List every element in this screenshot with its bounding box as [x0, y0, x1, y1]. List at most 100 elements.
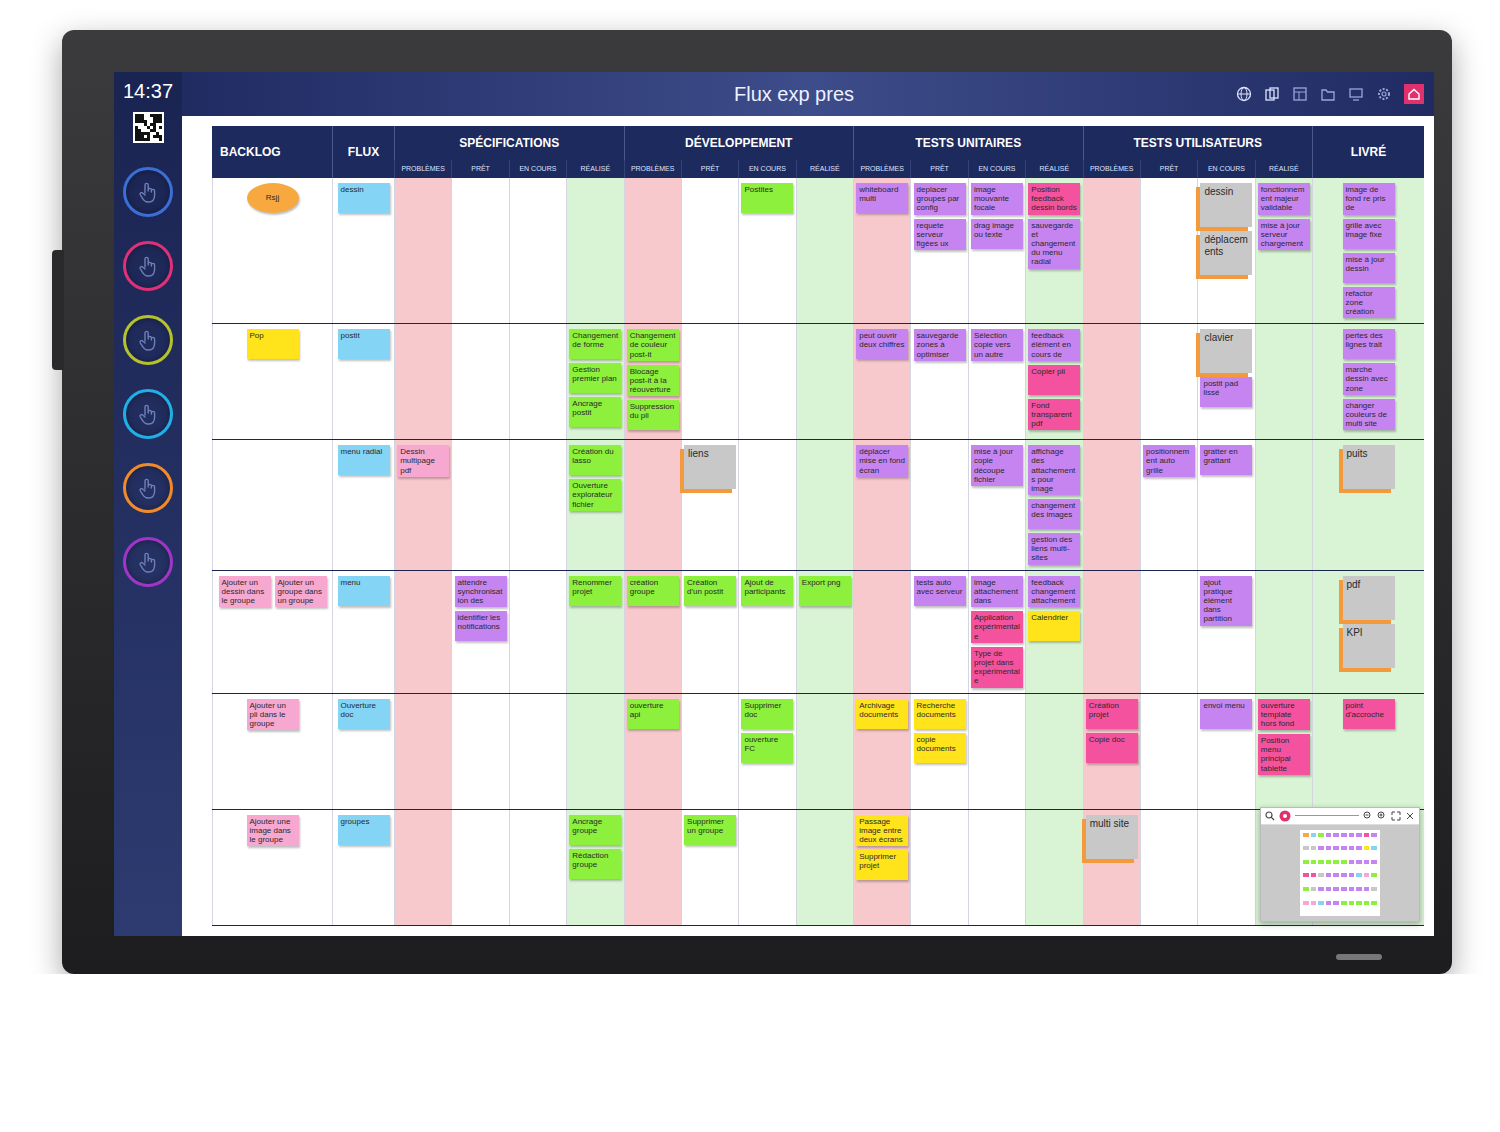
- sticky-note[interactable]: Renommer projet: [569, 576, 621, 606]
- zoom-in-icon[interactable]: [1377, 811, 1387, 821]
- qr-code[interactable]: [133, 112, 164, 143]
- sticky-note[interactable]: Application expérimentale: [971, 611, 1023, 643]
- sticky-note[interactable]: peut ouvrir deux chiffres: [856, 329, 908, 359]
- sticky-note[interactable]: ajout pratique élément dans partition: [1200, 576, 1252, 626]
- sticky-note[interactable]: envoi menu: [1200, 699, 1252, 729]
- tool-button[interactable]: [123, 537, 173, 587]
- card-note[interactable]: pdf: [1343, 576, 1395, 620]
- tool-button[interactable]: [123, 389, 173, 439]
- card-note[interactable]: puits: [1343, 445, 1395, 489]
- sticky-note[interactable]: Copier pli: [1028, 365, 1080, 395]
- sticky-note[interactable]: Supprimer doc: [741, 699, 793, 729]
- tool-button[interactable]: [123, 167, 173, 217]
- close-icon[interactable]: [1405, 811, 1415, 821]
- pointer-icon[interactable]: [1279, 810, 1291, 822]
- sticky-note[interactable]: création groupe: [627, 576, 679, 606]
- sticky-note[interactable]: grille avec image fixe: [1343, 219, 1395, 249]
- sticky-note[interactable]: Copie doc: [1086, 733, 1138, 763]
- sticky-note[interactable]: mise à jour serveur chargement: [1258, 219, 1310, 251]
- sticky-note[interactable]: fonctionnement majeur validable: [1258, 183, 1310, 215]
- sticky-note[interactable]: image attachement dans: [971, 576, 1023, 608]
- fullscreen-icon[interactable]: [1391, 811, 1401, 821]
- sticky-note[interactable]: menu radial: [338, 445, 390, 475]
- sticky-note[interactable]: Rédaction groupe: [569, 849, 621, 879]
- sticky-note[interactable]: Ancrage groupe: [569, 815, 621, 845]
- sticky-note[interactable]: Ajouter un groupe dans un groupe: [275, 576, 327, 608]
- home-button[interactable]: [1404, 84, 1424, 104]
- sticky-note[interactable]: Sélection copie vers un autre: [971, 329, 1023, 361]
- sticky-note[interactable]: refactor zone création: [1343, 287, 1395, 319]
- sticky-note[interactable]: marche dessin avec zone: [1343, 363, 1395, 395]
- sticky-note[interactable]: feedback élément en cours de: [1028, 329, 1080, 361]
- sticky-note[interactable]: positionnement auto grille: [1143, 445, 1195, 477]
- sticky-note[interactable]: Ouverture explorateur fichier: [569, 479, 621, 511]
- sticky-note[interactable]: Blocage post-it à la réouverture: [627, 365, 679, 397]
- sticky-note[interactable]: Ouverture doc: [338, 699, 390, 729]
- sticky-note[interactable]: feedback changement attachement: [1028, 576, 1080, 608]
- sticky-note[interactable]: gestion des liens multi-sites: [1028, 533, 1080, 565]
- sticky-note[interactable]: Supprimer projet: [856, 850, 908, 880]
- sticky-note[interactable]: Calendrier: [1028, 611, 1080, 641]
- sticky-note[interactable]: copie documents: [914, 733, 966, 763]
- sticky-note[interactable]: Postites: [741, 183, 793, 213]
- card-note[interactable]: liens: [684, 445, 736, 489]
- sticky-note[interactable]: Ajouter une image dans le groupe: [247, 815, 299, 847]
- home-icon[interactable]: [1407, 87, 1421, 101]
- sticky-note[interactable]: deplacer groupes par config: [914, 183, 966, 215]
- sticky-note[interactable]: drag image ou texte: [971, 219, 1023, 249]
- qr-icon[interactable]: [135, 114, 162, 141]
- sticky-note[interactable]: Pop: [247, 329, 299, 359]
- card-note[interactable]: déplacements: [1200, 231, 1252, 275]
- tool-button[interactable]: [123, 315, 173, 365]
- sticky-note[interactable]: groupes: [338, 815, 390, 845]
- sticky-note[interactable]: Changement de couleur post-it: [627, 329, 679, 361]
- sticky-note[interactable]: Rsjj: [247, 183, 299, 213]
- sticky-note[interactable]: sauvegarde et changement du menu radial: [1028, 219, 1080, 269]
- folder-icon[interactable]: [1320, 86, 1336, 102]
- sticky-note[interactable]: dessin: [338, 183, 390, 213]
- sticky-note[interactable]: Création du lasso: [569, 445, 621, 475]
- zoom-out-icon[interactable]: [1363, 811, 1373, 821]
- sticky-note[interactable]: Recherche documents: [914, 699, 966, 729]
- sticky-note[interactable]: ouverture api: [627, 699, 679, 729]
- tool-button[interactable]: [123, 241, 173, 291]
- sticky-note[interactable]: mise à jour copie découpe fichier: [971, 445, 1023, 486]
- sticky-note[interactable]: Position menu principal tablette: [1258, 734, 1310, 775]
- search-icon[interactable]: [1265, 811, 1275, 821]
- sticky-note[interactable]: déplacer mise en fond écran: [856, 445, 908, 477]
- sticky-note[interactable]: Dessin multipage pdf: [397, 445, 449, 477]
- sticky-note[interactable]: pertes des lignes trait: [1343, 329, 1395, 359]
- sticky-note[interactable]: Ajouter un pli dans le groupe: [247, 699, 299, 731]
- board-icon[interactable]: [1292, 86, 1308, 102]
- minimap[interactable]: [1260, 807, 1420, 922]
- sticky-note[interactable]: whiteboard multi: [856, 183, 908, 213]
- zoom-track[interactable]: [1295, 815, 1359, 816]
- sticky-note[interactable]: Création d'un postit: [684, 576, 736, 606]
- gear-icon[interactable]: [1376, 86, 1392, 102]
- sticky-note[interactable]: mise à jour dessin: [1343, 253, 1395, 283]
- sticky-note[interactable]: ouverture FC: [741, 733, 793, 763]
- card-note[interactable]: clavier: [1200, 329, 1252, 373]
- sticky-note[interactable]: ouverture template hors fond: [1258, 699, 1310, 731]
- copy-icon[interactable]: [1264, 86, 1280, 102]
- sticky-note[interactable]: image mouvante focale: [971, 183, 1023, 215]
- card-note[interactable]: KPI: [1343, 624, 1395, 668]
- sticky-note[interactable]: Création projet: [1086, 699, 1138, 729]
- sticky-note[interactable]: requete serveur figées ux: [914, 219, 966, 251]
- screen-share-icon[interactable]: [1348, 86, 1364, 102]
- sticky-note[interactable]: Export png: [799, 576, 851, 606]
- sticky-note[interactable]: Position feedback dessin bords: [1028, 183, 1080, 215]
- sticky-note[interactable]: Changement de forme: [569, 329, 621, 359]
- sticky-note[interactable]: Ancrage postit: [569, 397, 621, 427]
- sticky-note[interactable]: menu: [338, 576, 390, 606]
- sticky-note[interactable]: Passage image entre deux écrans: [856, 815, 908, 847]
- globe-icon[interactable]: [1236, 86, 1252, 102]
- sticky-note[interactable]: postit pad lissé: [1200, 377, 1252, 407]
- tool-button[interactable]: [123, 463, 173, 513]
- sticky-note[interactable]: sauvegarde zones à optimiser: [914, 329, 966, 361]
- sticky-note[interactable]: gratter en grattant: [1200, 445, 1252, 475]
- sticky-note[interactable]: changement des images: [1028, 499, 1080, 529]
- sticky-note[interactable]: Ajout de participants: [741, 576, 793, 606]
- sticky-note[interactable]: affichage des attachements pour image: [1028, 445, 1080, 495]
- card-note[interactable]: multi site: [1086, 815, 1138, 859]
